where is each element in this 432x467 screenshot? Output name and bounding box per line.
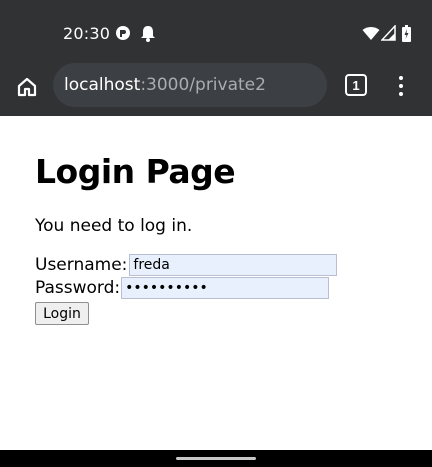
navigation-bar — [0, 450, 432, 467]
username-row: Username: — [35, 254, 338, 276]
wifi-icon — [362, 24, 380, 42]
url-bar[interactable]: localhost:3000/private2 — [53, 63, 327, 107]
username-label: Username: — [35, 255, 128, 275]
battery-icon — [402, 24, 411, 42]
url-host: localhost — [64, 75, 141, 95]
login-button[interactable]: Login — [35, 302, 89, 325]
password-field[interactable] — [121, 277, 330, 299]
menu-dot-icon — [399, 92, 403, 96]
url-path: :3000/private2 — [140, 75, 266, 95]
status-time: 20:30 — [63, 24, 111, 43]
browser-toolbar: localhost:3000/private2 1 — [0, 62, 432, 116]
home-icon — [17, 77, 37, 97]
gesture-handle[interactable] — [176, 457, 256, 460]
intro-text: You need to log in. — [35, 216, 193, 236]
password-row: Password: — [35, 277, 330, 299]
password-label: Password: — [35, 278, 121, 298]
tab-switcher-button[interactable]: 1 — [345, 74, 367, 96]
status-bar: 20:30 — [0, 0, 432, 62]
menu-dot-icon — [399, 76, 403, 80]
page-title: Login Page — [35, 152, 236, 191]
notification-bell-icon — [140, 24, 156, 42]
username-field[interactable] — [129, 254, 338, 276]
signal-icon — [381, 24, 396, 42]
menu-dot-icon — [399, 84, 403, 88]
notification-app-icon — [115, 24, 131, 42]
page-content: Login Page You need to log in. Username:… — [0, 116, 432, 450]
home-button[interactable] — [12, 72, 42, 102]
overflow-menu-button[interactable] — [393, 73, 409, 99]
